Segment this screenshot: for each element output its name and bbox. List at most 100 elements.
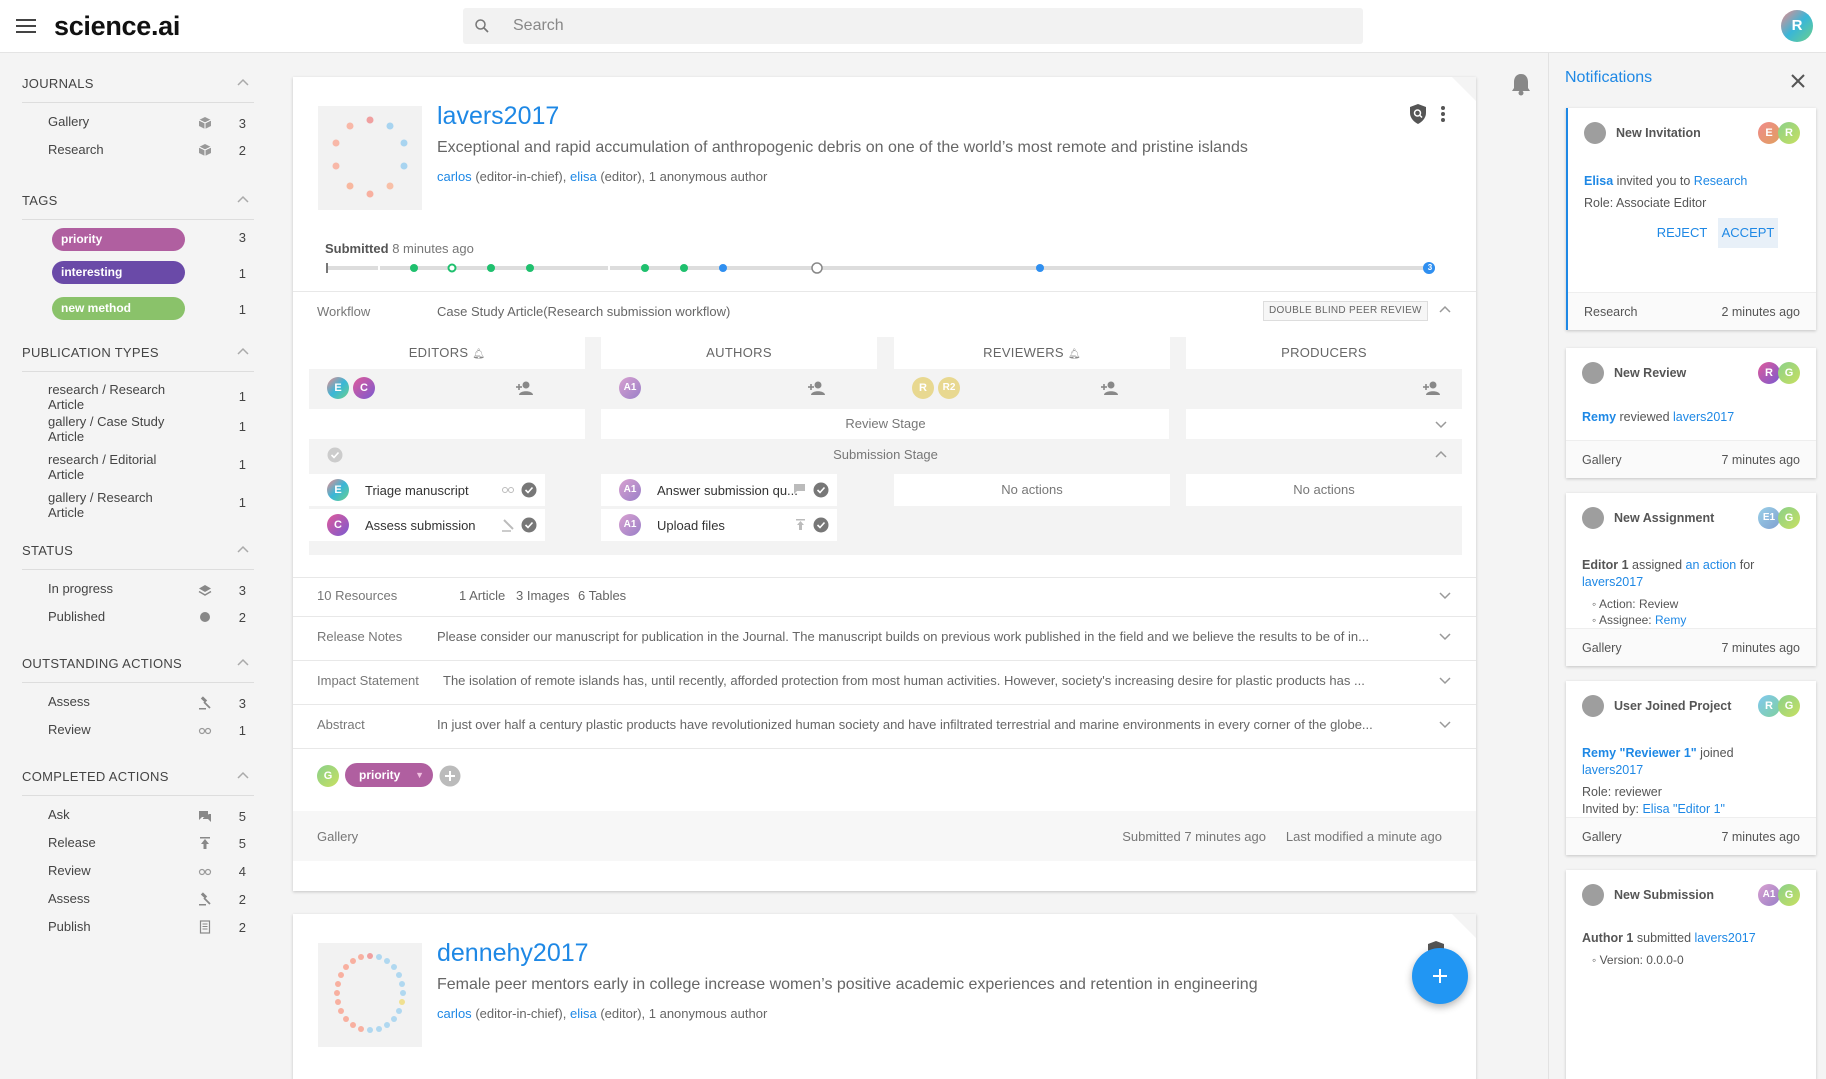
submission-stage-row[interactable]: Submission Stage xyxy=(309,440,1462,470)
journals-heading[interactable]: JOURNALS xyxy=(22,75,254,103)
author-link[interactable]: elisa xyxy=(570,1006,597,1021)
pubtype-item[interactable]: research / Editorial Article 1 xyxy=(22,448,254,486)
chevron-down-icon[interactable] xyxy=(1434,419,1448,429)
collapse-chevron-icon[interactable] xyxy=(236,78,250,88)
reject-button[interactable]: REJECT xyxy=(1652,218,1712,248)
impact-statement-row[interactable]: Impact Statement The isolation of remote… xyxy=(293,673,1476,693)
add-tag-icon[interactable] xyxy=(439,765,461,787)
avatar[interactable]: R xyxy=(912,377,934,399)
search-input[interactable] xyxy=(513,8,1353,44)
notification-actor[interactable]: Remy "Reviewer 1" xyxy=(1582,746,1697,760)
project-thumbnail[interactable] xyxy=(318,943,422,1047)
notification-target[interactable]: an action xyxy=(1686,558,1737,572)
tag-item-priority[interactable]: priority 3 xyxy=(22,220,254,256)
pubtype-item[interactable]: research / Research Article 1 xyxy=(22,372,254,412)
detail-assignee-link[interactable]: Remy xyxy=(1655,613,1686,627)
completed-item-publish[interactable]: Publish 2 xyxy=(22,914,254,942)
completed-item-assess[interactable]: Assess 2 xyxy=(22,886,254,914)
status-item-published[interactable]: Published 2 xyxy=(22,604,254,632)
pubtype-item[interactable]: gallery / Research Article 1 xyxy=(22,486,254,524)
tags-heading[interactable]: TAGS xyxy=(22,192,254,220)
tag-pill-priority[interactable]: priority ▼ xyxy=(345,763,433,787)
avatar[interactable]: R2 xyxy=(938,377,960,399)
more-vert-icon[interactable] xyxy=(1440,103,1446,125)
notification-target[interactable]: lavers2017 xyxy=(1582,762,1804,779)
project-thumbnail[interactable] xyxy=(318,106,422,210)
invited-link[interactable]: Elisa "Editor 1" xyxy=(1642,802,1725,816)
notification-actor[interactable]: Remy xyxy=(1582,410,1616,424)
collapse-chevron-icon[interactable] xyxy=(236,545,250,555)
notification-actor[interactable]: Elisa xyxy=(1584,174,1613,188)
add-fab-button[interactable] xyxy=(1412,948,1468,1004)
avatar[interactable]: A1 xyxy=(619,377,641,399)
completed-item-release[interactable]: Release 5 xyxy=(22,830,254,858)
tag-item-new-method[interactable]: new method 1 xyxy=(22,292,254,328)
collapse-chevron-icon[interactable] xyxy=(236,347,250,357)
tag-pill[interactable]: interesting xyxy=(52,261,185,284)
notification-new-invitation[interactable]: New Invitation E R Elisa invited you to … xyxy=(1566,108,1816,330)
chevron-down-icon[interactable] xyxy=(1438,631,1452,641)
action-upload-files[interactable]: A1 Upload files xyxy=(601,509,837,541)
accept-button[interactable]: ACCEPT xyxy=(1718,218,1778,248)
pubtype-item[interactable]: gallery / Case Study Article 1 xyxy=(22,410,254,448)
chevron-up-icon[interactable] xyxy=(1438,303,1452,315)
author-link[interactable]: carlos xyxy=(437,169,472,184)
app-logo[interactable]: science.ai xyxy=(54,11,180,42)
tag-item-interesting[interactable]: interesting 1 xyxy=(22,256,254,292)
user-avatar[interactable]: R xyxy=(1781,10,1813,42)
action-answer-submission[interactable]: A1 Answer submission qu... xyxy=(601,474,837,506)
chevron-down-icon[interactable] xyxy=(1438,719,1452,729)
notifications-bell-icon[interactable] xyxy=(1510,72,1532,96)
action-triage-manuscript[interactable]: E Triage manuscript xyxy=(309,474,545,506)
notification-target[interactable]: lavers2017 xyxy=(1673,410,1734,424)
publication-types-heading[interactable]: PUBLICATION TYPES xyxy=(22,344,254,372)
chevron-down-icon[interactable] xyxy=(1438,675,1452,685)
footer-journal[interactable]: Gallery xyxy=(317,829,358,844)
avatar[interactable]: C xyxy=(353,377,375,399)
notification-target[interactable]: Research xyxy=(1694,174,1748,188)
collapse-chevron-icon[interactable] xyxy=(236,658,250,668)
search-bar[interactable] xyxy=(463,8,1363,44)
notification-target[interactable]: lavers2017 xyxy=(1582,574,1804,591)
abstract-row[interactable]: Abstract In just over half a century pla… xyxy=(293,717,1476,737)
add-person-icon[interactable] xyxy=(1100,380,1118,396)
notification-new-review[interactable]: New Review R G Remy reviewed lavers2017 … xyxy=(1566,348,1816,478)
add-person-icon[interactable] xyxy=(807,380,825,396)
project-title[interactable]: lavers2017 xyxy=(437,102,559,131)
completed-item-review[interactable]: Review 4 xyxy=(22,858,254,886)
hamburger-menu-icon[interactable] xyxy=(16,17,36,35)
review-stage-row[interactable]: Review Stage xyxy=(309,409,1462,439)
notification-user-joined-project[interactable]: User Joined Project R G Remy "Reviewer 1… xyxy=(1566,681,1816,855)
tag-pill[interactable]: new method xyxy=(52,297,185,320)
tag-avatar[interactable]: G xyxy=(317,765,339,787)
author-link[interactable]: carlos xyxy=(437,1006,472,1021)
outstanding-item-review[interactable]: Review 1 xyxy=(22,717,254,745)
collapse-chevron-icon[interactable] xyxy=(236,195,250,205)
collapse-chevron-icon[interactable] xyxy=(236,771,250,781)
action-assess-submission[interactable]: C Assess submission xyxy=(309,509,545,541)
completed-actions-heading[interactable]: COMPLETED ACTIONS xyxy=(22,768,254,796)
notification-new-assignment[interactable]: New Assignment E1 G Editor 1 assigned an… xyxy=(1566,493,1816,666)
notification-target[interactable]: lavers2017 xyxy=(1695,931,1756,945)
author-link[interactable]: elisa xyxy=(570,169,597,184)
close-icon[interactable] xyxy=(1790,73,1806,89)
outstanding-actions-heading[interactable]: OUTSTANDING ACTIONS xyxy=(22,655,254,683)
shield-search-icon[interactable] xyxy=(1408,103,1428,125)
project-title[interactable]: dennehy2017 xyxy=(437,939,589,968)
journal-item-gallery[interactable]: Gallery 3 xyxy=(22,103,254,137)
tag-dropdown-icon[interactable]: ▼ xyxy=(415,763,424,787)
add-person-icon[interactable] xyxy=(1422,380,1440,396)
status-heading[interactable]: STATUS xyxy=(22,542,254,570)
chevron-up-icon[interactable] xyxy=(1434,450,1448,460)
journal-item-research[interactable]: Research 2 xyxy=(22,137,254,165)
release-notes-row[interactable]: Release Notes Please consider our manusc… xyxy=(293,629,1476,649)
completed-item-ask[interactable]: Ask 5 xyxy=(22,796,254,830)
status-item-in-progress[interactable]: In progress 3 xyxy=(22,570,254,604)
avatar[interactable]: E xyxy=(327,377,349,399)
tag-pill[interactable]: priority xyxy=(52,228,185,251)
outstanding-item-assess[interactable]: Assess 3 xyxy=(22,683,254,717)
notification-new-submission[interactable]: New Submission A1 G Author 1 submitted l… xyxy=(1566,870,1816,1079)
chevron-down-icon[interactable] xyxy=(1438,590,1452,600)
add-person-icon[interactable] xyxy=(515,380,533,396)
resources-row[interactable]: 10 Resources 1 Article 3 Images 6 Tables xyxy=(293,588,1476,608)
